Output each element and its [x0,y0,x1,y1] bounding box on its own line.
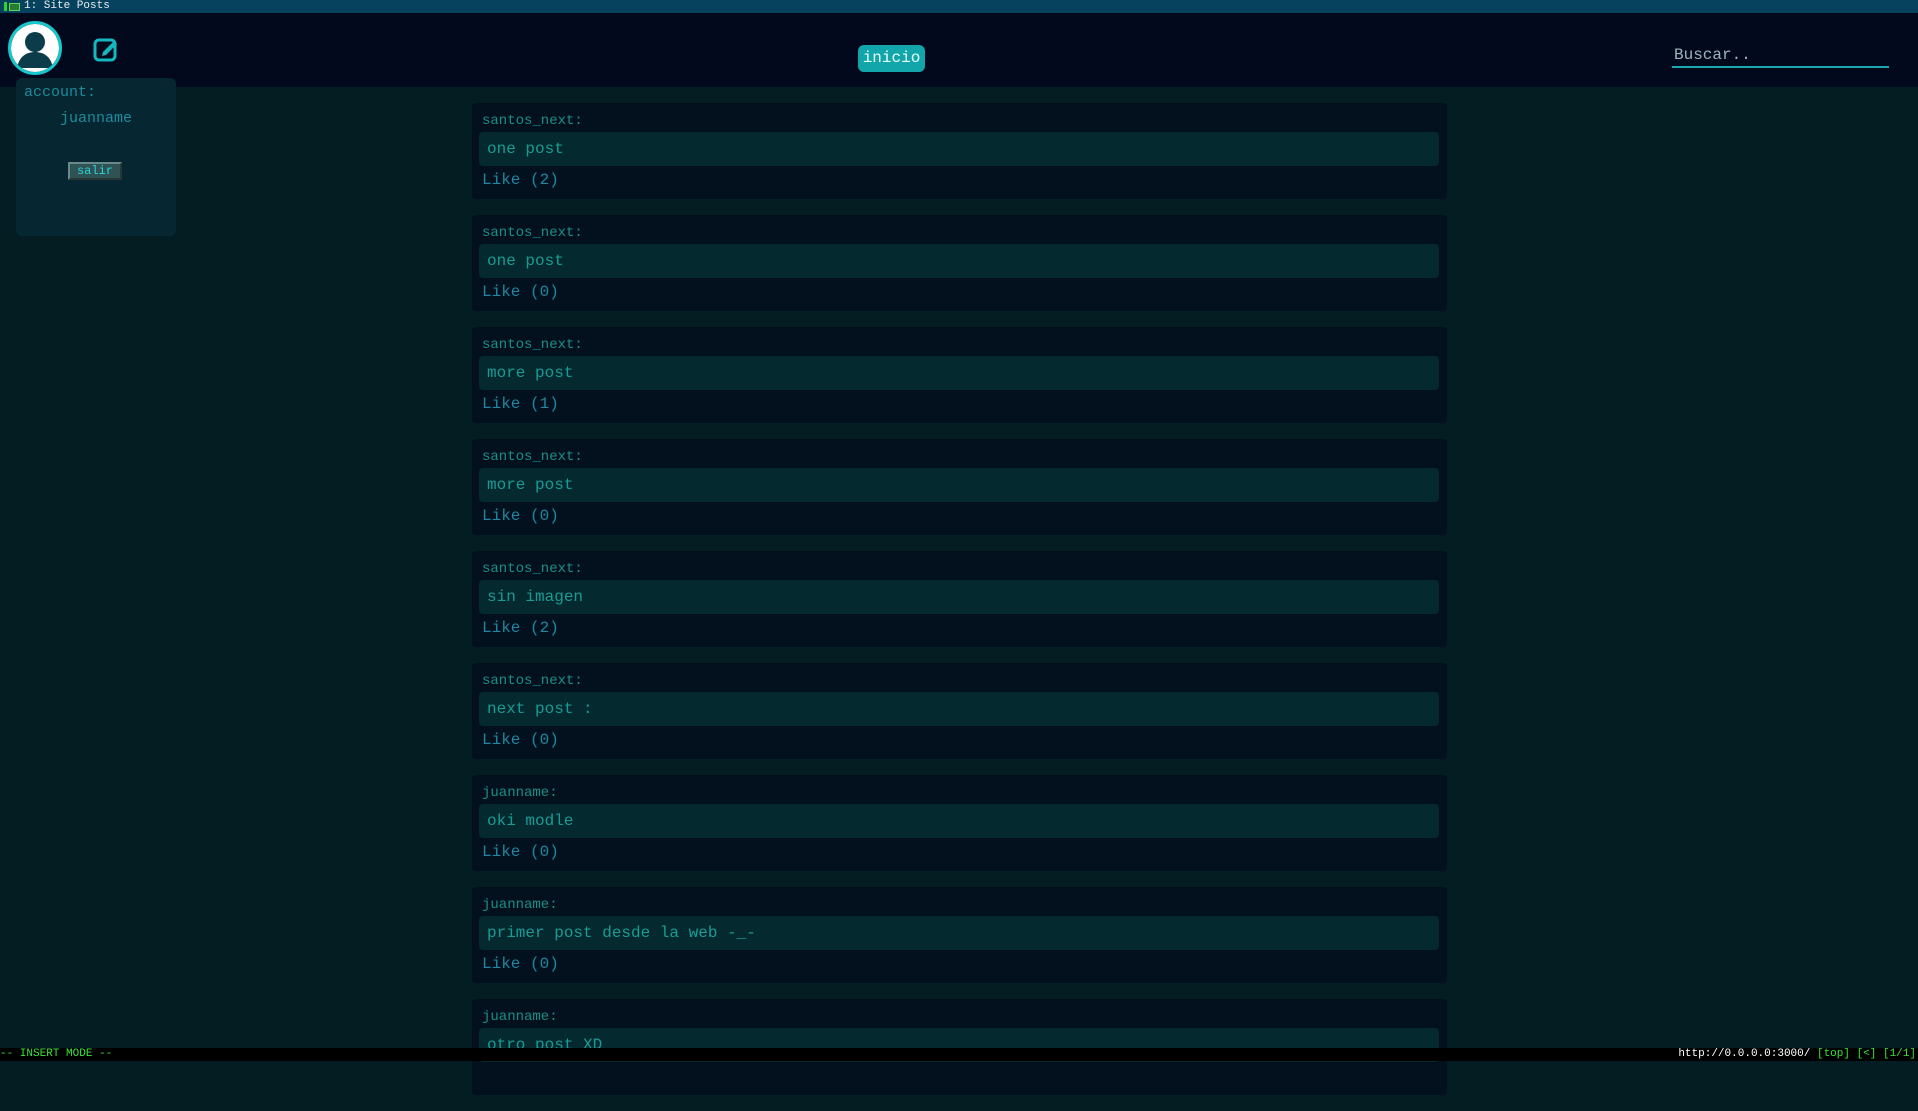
like-button[interactable]: Like (0) [482,731,559,749]
post-card: juanname: otro post XD [472,999,1447,1095]
browser-tab-bar: 1: Site Posts [0,0,1918,13]
user-avatar-icon[interactable] [8,21,62,75]
account-username: juanname [59,110,132,127]
post-body: one post [479,244,1439,278]
post-author[interactable]: santos_next: [482,561,583,577]
post-author[interactable]: santos_next: [482,673,583,689]
post-card: santos_next: more post Like (0) [472,439,1447,535]
account-label: account: [24,84,97,101]
post-card: santos_next: one post Like (2) [472,103,1447,199]
edit-square-icon[interactable] [92,35,120,63]
post-feed: santos_next: one post Like (2) santos_ne… [472,103,1447,1111]
tab-title[interactable]: 1: Site Posts [24,0,110,12]
post-card: santos_next: more post Like (1) [472,327,1447,423]
post-card: santos_next: sin imagen Like (2) [472,551,1447,647]
post-card: juanname: primer post desde la web -_- L… [472,887,1447,983]
post-author[interactable]: santos_next: [482,113,583,129]
post-body: oki modle [479,804,1439,838]
like-button[interactable]: Like (0) [482,843,559,861]
post-author[interactable]: santos_next: [482,337,583,353]
post-body: more post [479,468,1439,502]
site-header: inicio [0,13,1918,87]
post-body: sin imagen [479,580,1439,614]
status-position: [top] [<] [1/1] [1816,1048,1916,1060]
inicio-button[interactable]: inicio [858,45,925,72]
post-author[interactable]: santos_next: [482,225,583,241]
status-right: http://0.0.0.0:3000/ [top] [<] [1/1] [1678,1048,1916,1061]
post-body: one post [479,132,1439,166]
like-button[interactable]: Like (0) [482,283,559,301]
post-card: juanname: oki modle Like (0) [472,775,1447,871]
terminal-icon [9,3,20,11]
status-url: http://0.0.0.0:3000/ [1678,1048,1811,1060]
tab-active-marker [4,2,7,11]
like-button[interactable]: Like (1) [482,395,559,413]
like-button[interactable]: Like (2) [482,619,559,637]
logout-button[interactable]: salir [68,162,122,180]
status-mode: -- INSERT MODE -- [0,1048,113,1060]
like-button[interactable]: Like (2) [482,171,559,189]
like-button[interactable]: Like (0) [482,955,559,973]
post-body: next post : [479,692,1439,726]
post-body: more post [479,356,1439,390]
post-card: santos_next: next post : Like (0) [472,663,1447,759]
account-panel: account: juanname salir [16,78,176,236]
like-button[interactable]: Like (0) [482,507,559,525]
post-card: santos_next: one post Like (0) [472,215,1447,311]
post-author[interactable]: juanname: [482,1009,558,1025]
avatar-silhouette [11,24,59,72]
post-author[interactable]: santos_next: [482,449,583,465]
post-author[interactable]: juanname: [482,897,558,913]
post-author[interactable]: juanname: [482,785,558,801]
browser-status-bar: -- INSERT MODE -- http://0.0.0.0:3000/ [… [0,1048,1918,1061]
search-input[interactable] [1672,44,1889,68]
post-body: primer post desde la web -_- [479,916,1439,950]
